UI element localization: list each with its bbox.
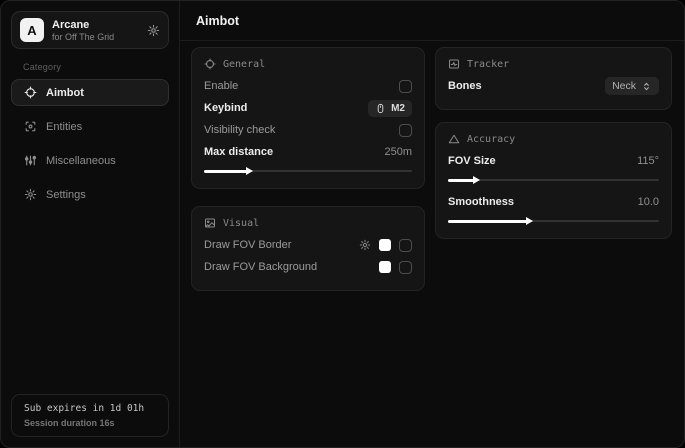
fov-background-controls (379, 261, 412, 274)
enable-row: Enable (204, 75, 412, 97)
left-column: General Enable Keybind (191, 47, 425, 291)
fov-border-label: Draw FOV Border (204, 239, 291, 251)
smoothness-row: Smoothness 10.0 (448, 191, 659, 213)
panel-accuracy-header: Accuracy (448, 133, 659, 145)
slider-handle[interactable] (246, 167, 253, 175)
panel-visual: Visual Draw FOV Border (191, 206, 425, 291)
sliders-icon (24, 154, 37, 167)
sidebar-item-label: Aimbot (46, 87, 84, 99)
panel-general-header: General (204, 58, 412, 70)
gear-icon[interactable] (359, 239, 371, 251)
max-distance-label: Max distance (204, 146, 273, 158)
panels-area: General Enable Keybind (180, 41, 685, 305)
brand-name: Arcane (52, 19, 114, 31)
activity-icon (448, 58, 460, 70)
sidebar-item-entities[interactable]: Entities (11, 113, 169, 140)
session-duration-text: Session duration 16s (24, 418, 156, 428)
crosshair-icon (204, 58, 216, 70)
bones-label: Bones (448, 80, 482, 92)
smoothness-slider[interactable] (448, 216, 659, 226)
panel-title: Accuracy (467, 134, 515, 145)
panel-tracker: Tracker Bones Neck (435, 47, 672, 110)
keybind-label: Keybind (204, 102, 247, 114)
panel-title: Tracker (467, 59, 509, 70)
scan-icon (24, 120, 37, 133)
max-distance-value: 250m (384, 146, 412, 158)
sidebar-item-miscellaneous[interactable]: Miscellaneous (11, 147, 169, 174)
panel-title: General (223, 59, 265, 70)
fov-background-color-swatch[interactable] (379, 261, 391, 273)
slider-fill (448, 179, 475, 182)
fov-border-checkbox[interactable] (399, 239, 412, 252)
sub-expires-text: Sub expires in 1d 01h (24, 403, 156, 414)
fov-size-label: FOV Size (448, 155, 496, 167)
bones-row: Bones Neck (448, 75, 659, 97)
sidebar-item-settings[interactable]: Settings (11, 181, 169, 208)
gear-icon (24, 188, 37, 201)
fov-border-row: Draw FOV Border (204, 234, 412, 256)
slider-handle[interactable] (473, 176, 480, 184)
visibility-check-checkbox[interactable] (399, 124, 412, 137)
smoothness-label: Smoothness (448, 196, 514, 208)
keybind-value: M2 (391, 103, 405, 114)
sidebar-item-label: Miscellaneous (46, 155, 116, 167)
bones-selected-value: Neck (612, 80, 636, 92)
enable-checkbox[interactable] (399, 80, 412, 93)
fov-border-color-swatch[interactable] (379, 239, 391, 251)
enable-label: Enable (204, 80, 238, 92)
right-column: Tracker Bones Neck (435, 47, 672, 239)
slider-fill (448, 220, 528, 223)
brand-logo: A (20, 18, 44, 42)
bones-dropdown[interactable]: Neck (605, 77, 659, 95)
fov-size-row: FOV Size 115° (448, 150, 659, 172)
fov-border-controls (359, 239, 412, 252)
main-content: Aimbot General Enable (180, 1, 685, 447)
brand-card: A Arcane for Off The Grid (11, 11, 169, 49)
brand-subtitle: for Off The Grid (52, 32, 114, 42)
brand-text: Arcane for Off The Grid (52, 19, 114, 42)
fov-background-row: Draw FOV Background (204, 256, 412, 278)
keybind-button[interactable]: M2 (368, 100, 412, 117)
smoothness-value: 10.0 (638, 196, 659, 208)
category-label: Category (23, 62, 169, 72)
chevrons-up-down-icon (641, 81, 652, 92)
visibility-check-row: Visibility check (204, 119, 412, 141)
slider-fill (204, 170, 248, 173)
panel-general: General Enable Keybind (191, 47, 425, 189)
sidebar-item-label: Settings (46, 189, 86, 201)
triangle-icon (448, 133, 460, 145)
fov-background-label: Draw FOV Background (204, 261, 317, 273)
app-window: A Arcane for Off The Grid Category Aimbo… (0, 0, 685, 448)
visibility-check-label: Visibility check (204, 124, 275, 136)
image-icon (204, 217, 216, 229)
keybind-row: Keybind M2 (204, 97, 412, 119)
max-distance-slider[interactable] (204, 166, 412, 176)
sidebar-item-label: Entities (46, 121, 82, 133)
panel-visual-header: Visual (204, 217, 412, 229)
panel-tracker-header: Tracker (448, 58, 659, 70)
panel-title: Visual (223, 218, 259, 229)
fov-size-slider[interactable] (448, 175, 659, 185)
max-distance-row: Max distance 250m (204, 141, 412, 163)
sidebar: A Arcane for Off The Grid Category Aimbo… (1, 1, 180, 447)
panel-accuracy: Accuracy FOV Size 115° Smoothness 10.0 (435, 122, 672, 239)
subscription-status-card: Sub expires in 1d 01h Session duration 1… (11, 394, 169, 437)
slider-handle[interactable] (526, 217, 533, 225)
gear-icon[interactable] (147, 24, 160, 37)
sidebar-item-aimbot[interactable]: Aimbot (11, 79, 169, 106)
fov-size-value: 115° (637, 155, 659, 167)
fov-background-checkbox[interactable] (399, 261, 412, 274)
crosshair-icon (24, 86, 37, 99)
page-title: Aimbot (180, 1, 685, 41)
mouse-icon (375, 103, 386, 114)
